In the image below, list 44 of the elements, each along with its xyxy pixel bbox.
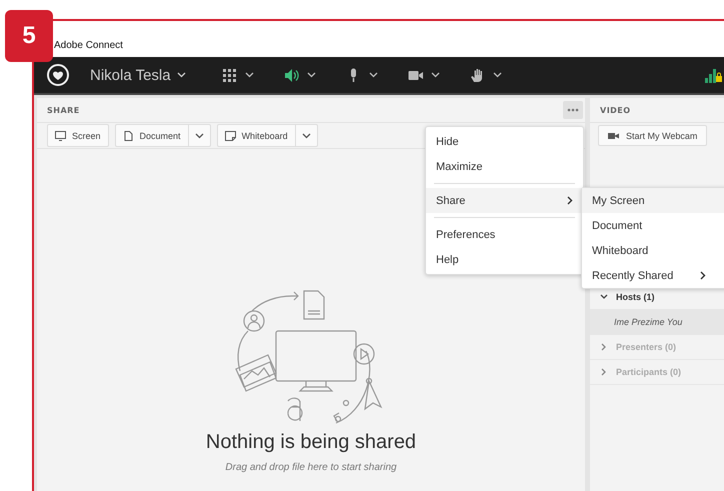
chevron-right-icon: [600, 368, 608, 376]
window-title: Adobe Connect: [54, 40, 123, 51]
speaker-icon: [284, 68, 299, 82]
menu-item[interactable]: Recently Shared: [582, 263, 724, 288]
heart-logo-icon: [46, 63, 70, 87]
chevron-down-icon: [176, 72, 186, 78]
empty-state-hint: Drag and drop file here to start sharing: [225, 462, 397, 473]
toolbar-apps-button[interactable]: [222, 68, 254, 82]
raised-hand-icon: [470, 68, 485, 82]
chevron-down-icon: [306, 72, 316, 78]
menu-item[interactable]: Whiteboard: [582, 238, 724, 263]
toolbar-hand-button[interactable]: [470, 68, 502, 82]
pod-title: VIDEO: [600, 106, 631, 114]
user-menu-button[interactable]: Nikola Tesla: [90, 66, 186, 84]
document-icon: [122, 130, 134, 140]
chevron-down-icon: [430, 72, 440, 78]
chevron-down-icon: [368, 72, 378, 78]
pod-title: SHARE: [47, 106, 80, 114]
empty-state-title: Nothing is being shared: [206, 431, 416, 454]
toolbar-speaker-button[interactable]: [284, 68, 316, 82]
apps-grid-icon: [222, 68, 237, 82]
signal-strength-icon: [704, 67, 722, 83]
pod-options-button[interactable]: [563, 101, 583, 119]
menu-item[interactable]: Share: [426, 188, 583, 213]
chevron-down-icon: [244, 72, 254, 78]
menu-item[interactable]: Hide: [426, 129, 583, 154]
chevron-right-icon: [600, 343, 608, 351]
menu-item[interactable]: My Screen: [582, 188, 724, 213]
chevron-down-icon: [600, 293, 608, 301]
video-camera-icon: [608, 130, 619, 140]
menu-item[interactable]: Document: [582, 213, 724, 238]
menu-item[interactable]: Maximize: [426, 154, 583, 179]
share-whiteboard-button[interactable]: Whiteboard: [216, 124, 318, 147]
share-screen-button[interactable]: Screen: [47, 124, 109, 147]
step-number-badge: 5: [5, 10, 53, 62]
share-document-button[interactable]: Document: [114, 124, 211, 147]
start-webcam-button[interactable]: Start My Webcam: [598, 125, 708, 146]
chevron-down-icon: [492, 72, 502, 78]
more-dots-icon: [567, 108, 579, 112]
monitor-icon: [55, 130, 66, 140]
whiteboard-icon: [224, 130, 236, 140]
menu-item[interactable]: Help: [426, 247, 583, 272]
attendee-row[interactable]: Ime Prezime You: [590, 310, 724, 335]
menu-item[interactable]: Preferences: [426, 222, 583, 247]
